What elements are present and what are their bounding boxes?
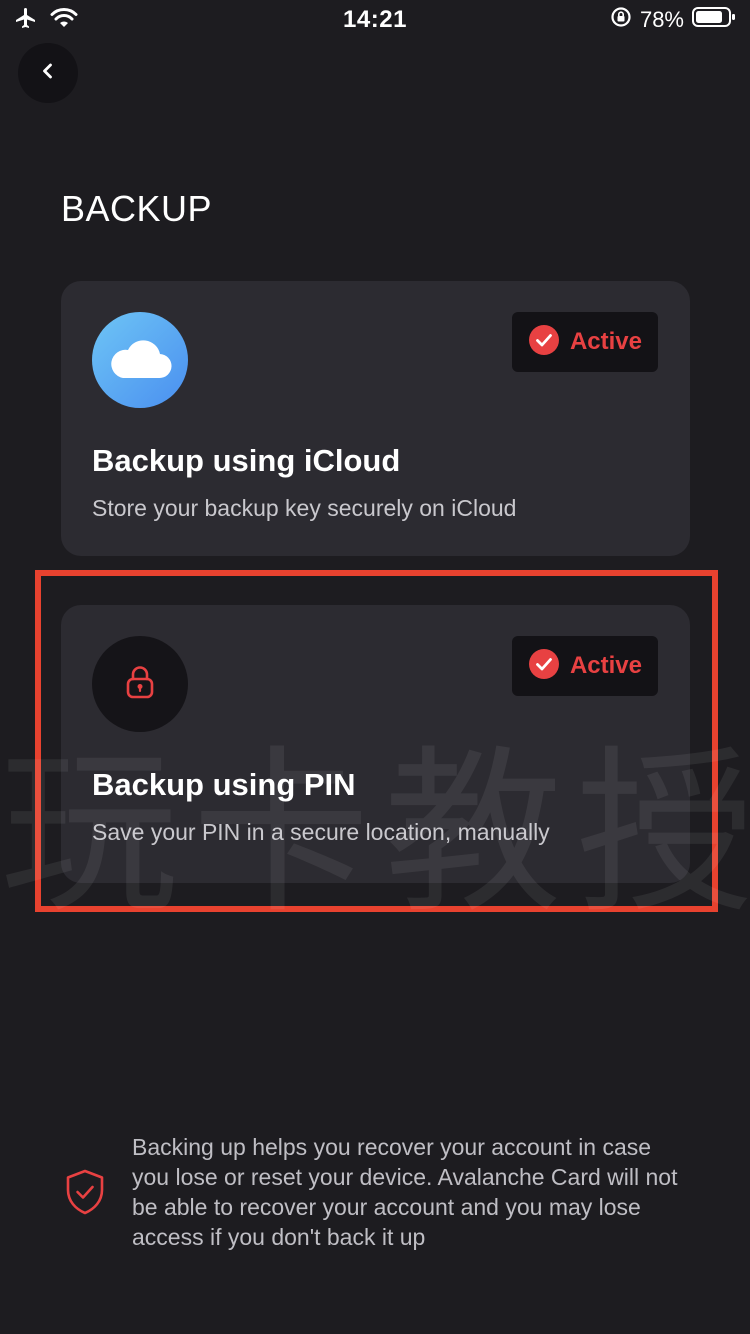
option-title: Backup using iCloud: [92, 443, 401, 478]
icloud-icon-circle: [92, 312, 188, 408]
check-circle-icon: [528, 648, 560, 685]
status-badge: Active: [512, 312, 658, 372]
backup-option-pin[interactable]: Active Backup using PIN Save your PIN in…: [61, 605, 690, 883]
status-badge-label: Active: [569, 652, 643, 679]
option-title: Backup using PIN: [92, 767, 356, 802]
check-circle-icon: [528, 324, 560, 361]
battery-icon: [692, 6, 736, 33]
status-bar: 14:21 78%: [0, 0, 750, 40]
option-description: Save your PIN in a secure location, manu…: [92, 819, 550, 845]
rotation-lock-icon: [610, 6, 632, 33]
backup-option-icloud[interactable]: Active Backup using iCloud Store your ba…: [61, 281, 690, 556]
shield-check-icon: [64, 1168, 106, 1221]
back-button[interactable]: [18, 43, 78, 103]
backup-info-note: Backing up helps you recover your accoun…: [132, 1134, 678, 1250]
status-badge: Active: [512, 636, 658, 696]
status-bar-right: 78%: [610, 6, 736, 33]
lock-icon: [122, 664, 158, 705]
cloud-icon: [107, 336, 173, 385]
battery-percentage: 78%: [639, 6, 684, 32]
status-badge-label: Active: [569, 328, 643, 355]
pin-icon-circle: [92, 636, 188, 732]
chevron-left-icon: [38, 61, 58, 86]
backup-screen: 14:21 78% BACKUP Active Backup using iCl…: [0, 0, 750, 1334]
page-title: BACKUP: [61, 188, 213, 229]
option-description: Store your backup key securely on iCloud: [92, 495, 517, 521]
